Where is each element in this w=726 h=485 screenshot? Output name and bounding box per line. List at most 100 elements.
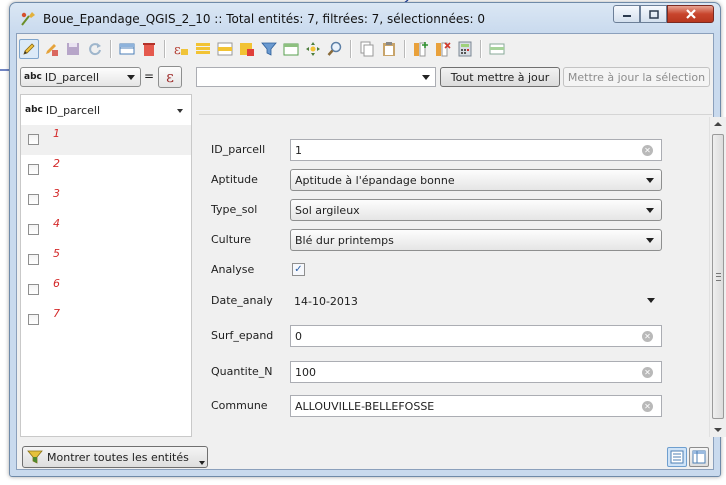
- toolbar-separator: [480, 40, 482, 58]
- save-edits-button[interactable]: [63, 39, 83, 59]
- zoom-to-selection-button[interactable]: [325, 39, 345, 59]
- pan-to-selection-button[interactable]: [303, 39, 323, 59]
- update-selection-label: Mettre à jour la sélection: [567, 70, 706, 84]
- feature-checkbox[interactable]: [28, 314, 39, 325]
- commune-field[interactable]: ALLOUVILLE-BELLEFOSSE ✕: [290, 395, 662, 417]
- id-parcell-value: 1: [295, 143, 302, 157]
- date-analy-value: 14-10-2013: [294, 294, 358, 308]
- id-parcell-field[interactable]: 1 ✕: [290, 139, 662, 161]
- update-all-button[interactable]: Tout mettre à jour: [440, 67, 560, 87]
- quantite-n-field[interactable]: 100 ✕: [290, 361, 662, 383]
- delete-feature-button[interactable]: [139, 39, 159, 59]
- culture-label: Culture: [211, 233, 252, 246]
- feature-checkbox[interactable]: [28, 164, 39, 175]
- title-bar[interactable]: Boue_Epandage_QGIS_2_10 :: Total entités…: [10, 3, 720, 33]
- select-by-expression-button[interactable]: ε: [171, 39, 191, 59]
- aptitude-value: Aptitude à l'épandage bonne: [295, 173, 455, 187]
- clear-icon[interactable]: ✕: [642, 367, 653, 378]
- table-view-button[interactable]: [689, 447, 709, 467]
- clear-icon[interactable]: ✕: [642, 145, 653, 156]
- show-all-label: Montrer toutes les entités: [47, 450, 189, 464]
- new-field-icon: [414, 42, 428, 57]
- close-icon: [685, 9, 696, 19]
- expression-icon: ε: [166, 68, 174, 86]
- date-analy-picker[interactable]: 14-10-2013: [290, 290, 662, 312]
- add-feature-icon: [119, 43, 135, 55]
- feature-checkbox[interactable]: [28, 224, 39, 235]
- feature-list-header[interactable]: abc ID_parcell: [21, 95, 191, 125]
- feature-list-item[interactable]: 7: [21, 305, 191, 335]
- feature-list-item[interactable]: 6: [21, 275, 191, 305]
- minimize-button[interactable]: [613, 5, 640, 23]
- close-button[interactable]: [667, 5, 714, 23]
- feature-list-item[interactable]: 4: [21, 215, 191, 245]
- delete-field-button[interactable]: [433, 39, 453, 59]
- edit-pencil-button[interactable]: [41, 39, 61, 59]
- invert-selection-button[interactable]: [215, 39, 235, 59]
- type-sol-select[interactable]: Sol argileux: [290, 199, 662, 221]
- form-view-button[interactable]: [667, 447, 687, 467]
- feature-checkbox[interactable]: [28, 194, 39, 205]
- culture-select[interactable]: Blé dur printemps: [290, 229, 662, 251]
- field-calculator-button[interactable]: [455, 39, 475, 59]
- deselect-all-button[interactable]: [237, 39, 257, 59]
- feature-list-item[interactable]: 2: [21, 155, 191, 185]
- feature-list-panel: abc ID_parcell 1 2 3 4 5 6 7: [20, 94, 192, 437]
- feature-list-item[interactable]: 1: [21, 125, 191, 155]
- maximize-icon: [648, 9, 659, 19]
- feature-checkbox[interactable]: [28, 134, 39, 145]
- feature-checkbox[interactable]: [28, 254, 39, 265]
- paste-features-button[interactable]: [379, 39, 399, 59]
- surf-epand-field[interactable]: 0 ✕: [290, 325, 662, 347]
- grip-icon: [716, 273, 721, 281]
- delete-field-icon: [436, 42, 451, 57]
- feature-list-item[interactable]: 3: [21, 185, 191, 215]
- new-field-button[interactable]: [411, 39, 431, 59]
- toggle-edit-button[interactable]: [19, 39, 39, 59]
- chevron-down-icon: [199, 461, 205, 465]
- refresh-icon: [89, 43, 101, 56]
- update-value-input[interactable]: [196, 67, 436, 87]
- form-row-commune: Commune ALLOUVILLE-BELLEFOSSE ✕: [199, 395, 679, 417]
- update-selection-button[interactable]: Mettre à jour la sélection: [563, 67, 710, 87]
- window-title: Boue_Epandage_QGIS_2_10 :: Total entités…: [43, 12, 485, 26]
- maximize-button[interactable]: [640, 5, 667, 23]
- analyse-checkbox[interactable]: ✓: [292, 263, 305, 276]
- chevron-down-icon: [422, 75, 430, 80]
- reload-button[interactable]: [85, 39, 105, 59]
- feature-checkbox[interactable]: [28, 284, 39, 295]
- toolbar-separator: [164, 40, 166, 58]
- expression-builder-button[interactable]: ε: [158, 66, 182, 88]
- pan-to-selection-icon: [306, 42, 320, 56]
- scroll-down-icon[interactable]: [714, 428, 722, 432]
- scroll-up-icon[interactable]: [714, 122, 722, 126]
- id-parcell-label: ID_parcell: [211, 143, 266, 156]
- field-type-label: abc: [24, 72, 42, 82]
- feature-id-label: 1: [53, 127, 60, 140]
- feature-id-label: 7: [53, 307, 60, 320]
- conditional-formatting-button[interactable]: [487, 39, 507, 59]
- show-all-features-button[interactable]: Montrer toutes les entités: [22, 446, 208, 468]
- clear-icon[interactable]: ✕: [642, 331, 653, 342]
- zoom-to-selection-icon: [327, 41, 342, 56]
- copy-rows-button[interactable]: [357, 39, 377, 59]
- chevron-down-icon: [646, 208, 654, 213]
- clear-icon[interactable]: ✕: [642, 401, 653, 412]
- move-selection-to-top-button[interactable]: [281, 39, 301, 59]
- select-all-button[interactable]: [193, 39, 213, 59]
- commune-value: ALLOUVILLE-BELLEFOSSE: [295, 399, 435, 413]
- add-feature-button[interactable]: [117, 39, 137, 59]
- aptitude-select[interactable]: Aptitude à l'épandage bonne: [290, 169, 662, 191]
- attribute-table-window: Boue_Epandage_QGIS_2_10 :: Total entités…: [9, 2, 726, 477]
- view-switcher: [665, 447, 709, 467]
- scrollbar-thumb[interactable]: [712, 134, 724, 419]
- field-selector-combo[interactable]: abc ID_parcell: [20, 67, 141, 87]
- form-row-surf-epand: Surf_epand 0 ✕: [199, 325, 679, 347]
- move-selection-top-icon: [283, 43, 299, 56]
- save-icon: [67, 43, 79, 55]
- copy-icon: [360, 41, 374, 57]
- form-vertical-scrollbar[interactable]: [709, 117, 726, 437]
- feature-list-item[interactable]: 5: [21, 245, 191, 275]
- filter-selection-button[interactable]: [259, 39, 279, 59]
- invert-selection-icon: [217, 42, 233, 56]
